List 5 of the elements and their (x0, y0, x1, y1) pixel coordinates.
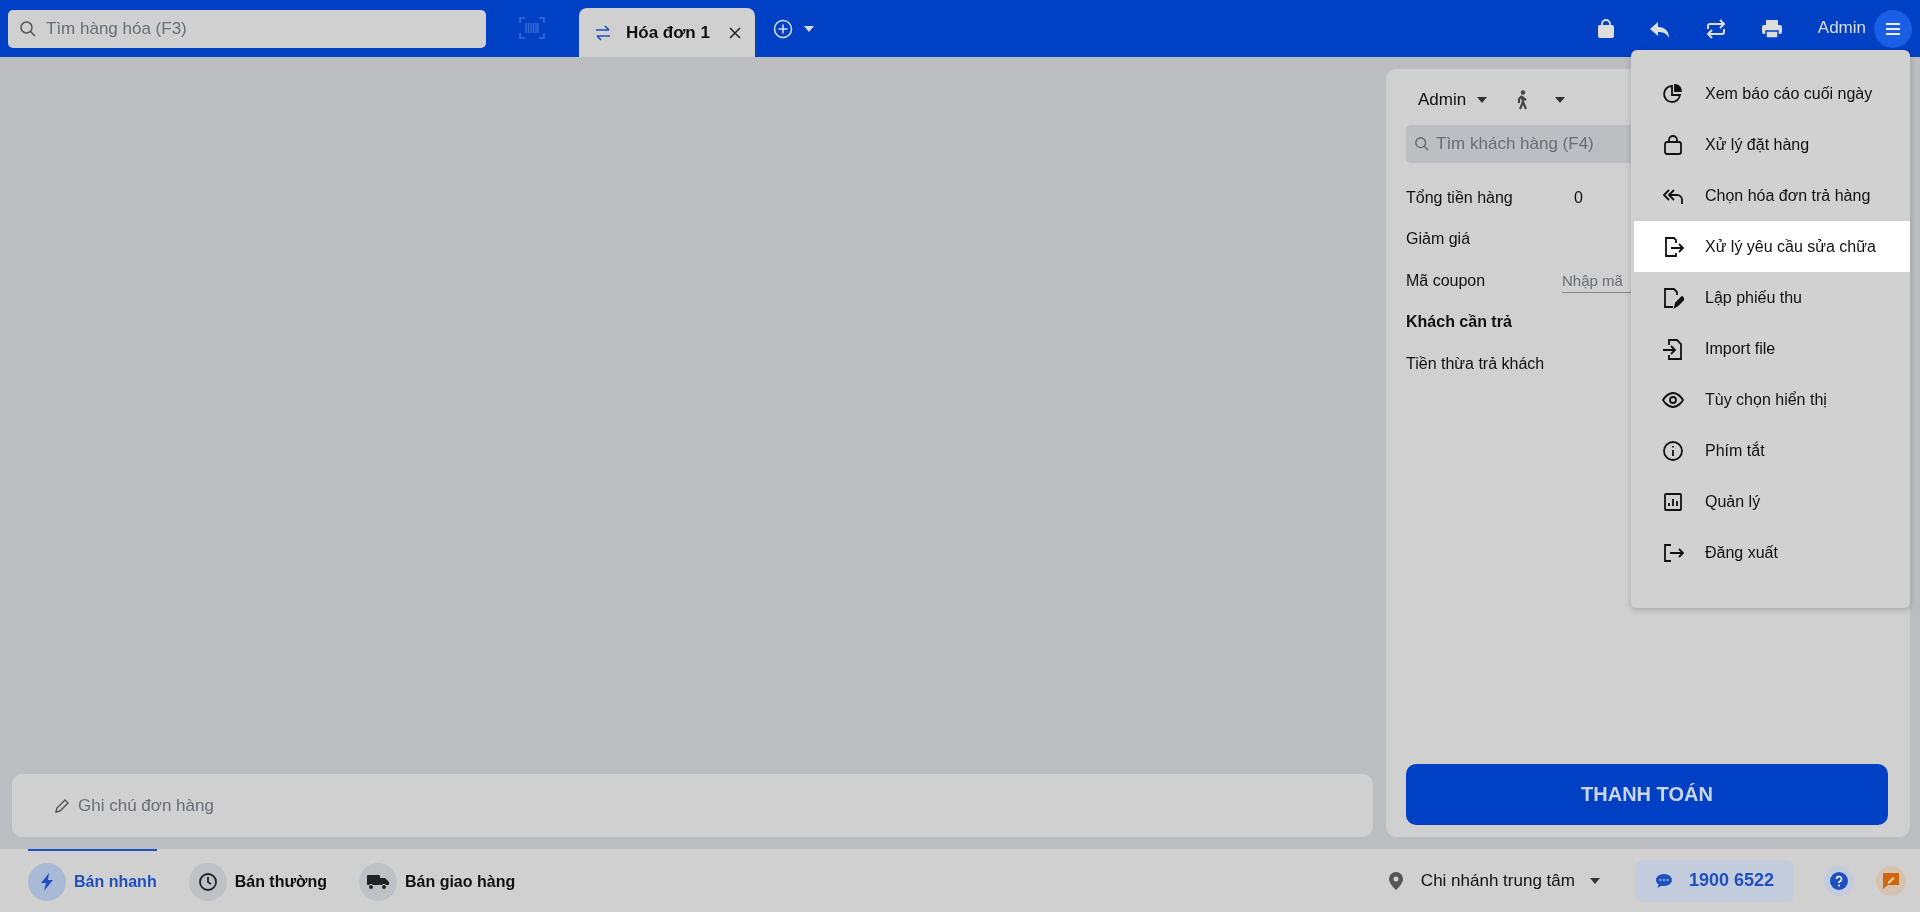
summary-value: 0 (1574, 188, 1583, 207)
summary-label: Tiền thừa trả khách (1406, 354, 1546, 373)
summary-label: Tổng tiền hàng (1406, 188, 1514, 207)
summary-label: Khách cần trả (1406, 313, 1513, 332)
summary-label: Giảm giá (1406, 230, 1472, 249)
